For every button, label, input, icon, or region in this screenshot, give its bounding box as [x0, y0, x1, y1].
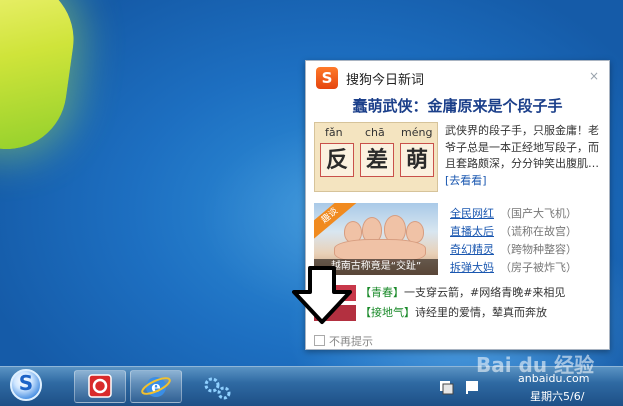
news-link-3[interactable]: 奇幻精灵 — [450, 243, 494, 256]
news-link-2[interactable]: 直播太后 — [450, 225, 494, 238]
popup-title: 搜狗今日新词 — [346, 73, 425, 88]
news-list: 全民网红 （国产大飞机） 直播太后 （谎称在故宫） 奇幻精灵 （跨物种整容） 拆弹大妈… — [450, 205, 610, 277]
network-icon[interactable] — [438, 379, 456, 395]
system-tray: anbaidu.com 星期六5/6/ — [438, 369, 623, 405]
bottom-news-text[interactable]: 【青春】一支穿云箭，#网络青晚#来相见 — [360, 283, 565, 303]
list-item: 全民网红 （国产大飞机） — [450, 205, 610, 223]
checkbox-icon[interactable] — [314, 335, 325, 346]
no-remind-checkbox[interactable]: 不再提示 — [314, 333, 373, 349]
pinyin-1: fǎn — [325, 126, 343, 139]
pinyin-2: chā — [365, 126, 385, 139]
list-item: 奇幻精灵 （跨物种整容） — [450, 241, 610, 259]
taskbar: S e anbaidu.com 星期六5/6/ — [0, 366, 623, 406]
hanzi-1: 反 — [320, 143, 354, 177]
news-text: 诗经里的爱情，辇真而奔放 — [415, 306, 547, 319]
feature-more-link[interactable]: [去看看] — [445, 174, 487, 187]
bottom-news-list: 【青春】一支穿云箭，#网络青晚#来相见 【接地气】诗经里的爱情，辇真而奔放 — [314, 283, 604, 323]
hanzi-3: 萌 — [400, 143, 434, 177]
ie-icon: e — [141, 377, 171, 397]
list-item[interactable]: 【接地气】诗经里的爱情，辇真而奔放 — [314, 303, 604, 323]
clock-date[interactable]: 星期六5/6/ — [530, 388, 584, 404]
pinyin-3: méng — [401, 126, 433, 139]
popup-header: S 搜狗今日新词 × — [316, 67, 601, 89]
news-tag: 【青春】 — [360, 286, 404, 299]
feature-image[interactable]: fǎn chā méng 反 差 萌 — [314, 122, 438, 192]
news-text: 一支穿云箭，#网络青晚#来相见 — [404, 286, 566, 299]
red-app-icon — [88, 374, 112, 398]
news-image[interactable]: 趣谈 越南古称竟是“交趾” — [314, 203, 438, 275]
bottom-news-text[interactable]: 【接地气】诗经里的爱情，辇真而奔放 — [360, 303, 547, 323]
taskbar-app-2[interactable]: e — [130, 370, 182, 403]
news-note: （房子被炸飞） — [500, 261, 577, 274]
feature-description: 武侠界的段子手，只服金庸！老爷子总是一本正经地写段子，而且套路颇深，分分钟笑出腹… — [445, 123, 605, 189]
news-note: （国产大飞机） — [500, 207, 577, 220]
flag-icon[interactable] — [464, 379, 482, 395]
news-note: （跨物种整容） — [500, 243, 577, 256]
hanzi-2: 差 — [360, 143, 394, 177]
close-button[interactable]: × — [589, 69, 599, 83]
feature-text: 武侠界的段子手，只服金庸！老爷子总是一本正经地写段子，而且套路颇深，分分钟笑出腹… — [445, 124, 599, 170]
no-remind-label: 不再提示 — [329, 335, 373, 348]
gear-icon[interactable] — [200, 373, 234, 401]
news-tag: 【接地气】 — [360, 306, 415, 319]
start-button[interactable]: S — [6, 369, 46, 403]
list-item: 直播太后 （谎称在故宫） — [450, 223, 610, 241]
clock-time[interactable]: anbaidu.com — [518, 372, 589, 385]
news-link-1[interactable]: 全民网红 — [450, 207, 494, 220]
list-item[interactable]: 【青春】一支穿云箭，#网络青晚#来相见 — [314, 283, 604, 303]
news-link-4[interactable]: 拆弹大妈 — [450, 261, 494, 274]
windows-logo-decoration — [0, 0, 82, 157]
taskbar-app-1[interactable] — [74, 370, 126, 403]
news-note: （谎称在故宫） — [500, 225, 577, 238]
sogou-s-icon: S — [18, 371, 34, 395]
list-item: 拆弹大妈 （房子被炸飞） — [450, 259, 610, 277]
arrow-down-icon — [292, 266, 352, 324]
headline-link[interactable]: 蠢萌武侠：金庸原来是个段子手 — [306, 95, 609, 116]
sogou-logo-icon: S — [316, 67, 338, 89]
